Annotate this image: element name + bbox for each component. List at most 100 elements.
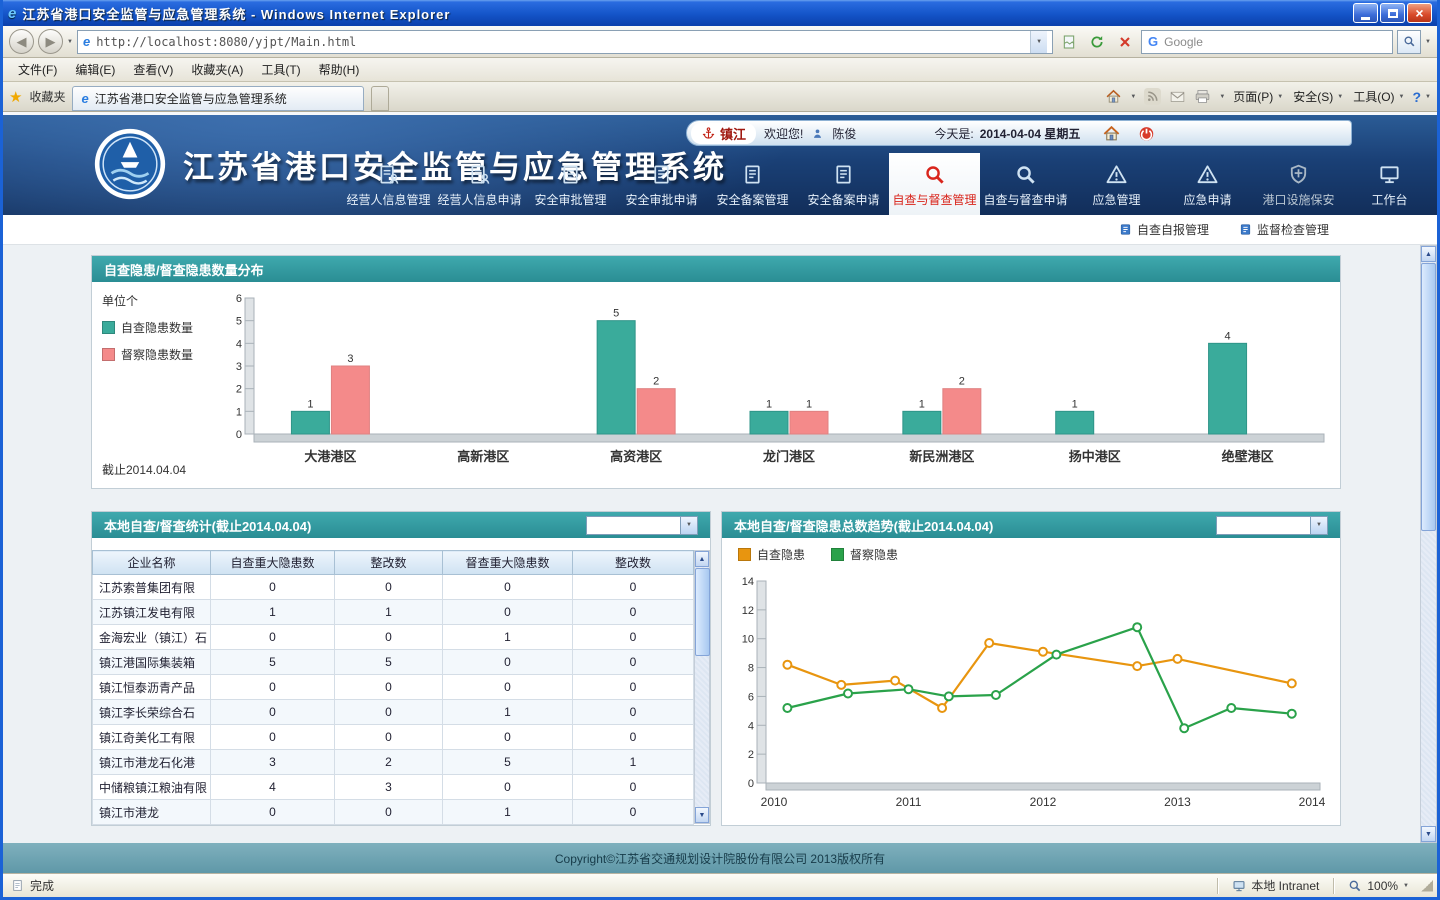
table-row[interactable]: 中储粮镇江粮油有限4300 [93, 775, 694, 800]
minimize-button[interactable] [1353, 3, 1378, 23]
chevron-down-icon: ▼ [1277, 94, 1283, 100]
favorites-label[interactable]: 收藏夹 [29, 88, 65, 105]
stop-button[interactable] [1113, 30, 1137, 54]
app-logo [93, 127, 167, 201]
nav-item-10[interactable]: 应急申请 [1162, 153, 1253, 215]
stats-panel: 本地自查/督查统计(截止2014.04.04) ▼ 企业名称自查重大隐患数整改数… [91, 511, 711, 826]
chevron-down-icon: ▼ [1337, 94, 1343, 100]
search-button[interactable] [1397, 30, 1421, 54]
history-dropdown-icon[interactable]: ▼ [67, 39, 73, 45]
refresh-button[interactable] [1085, 30, 1109, 54]
menu-item-2[interactable]: 编辑(E) [66, 57, 124, 82]
back-button[interactable]: ◀ [9, 29, 34, 54]
mail-button[interactable] [1169, 88, 1186, 105]
nav-item-2[interactable]: 经营人信息申请 [434, 153, 525, 215]
browser-tab[interactable]: e 江苏省港口安全监管与应急管理系统 [72, 86, 364, 111]
city-selector[interactable]: 镇江 [691, 123, 756, 144]
nav-item-7[interactable]: 自查与督查管理 [889, 153, 980, 215]
table-row[interactable]: 金海宏业（镇江）石0010 [93, 625, 694, 650]
command-button-3[interactable]: 工具(O)▼ [1353, 88, 1404, 105]
chevron-down-icon: ▼ [1403, 883, 1409, 889]
nav-item-5[interactable]: 安全备案管理 [707, 153, 798, 215]
scroll-thumb[interactable] [1421, 263, 1436, 531]
menu-bar: 文件(F)编辑(E)查看(V)收藏夹(A)工具(T)帮助(H) [3, 58, 1437, 82]
home-dropdown-icon[interactable]: ▼ [1130, 94, 1136, 100]
menu-item-1[interactable]: 文件(F) [9, 57, 66, 82]
table-scrollbar[interactable]: ▲ ▼ [694, 550, 710, 824]
nav-item-6[interactable]: 安全备案申请 [798, 153, 889, 215]
svg-text:0: 0 [748, 778, 754, 790]
nav-item-11[interactable]: 港口设施保安 [1253, 153, 1344, 215]
svg-text:2: 2 [653, 376, 659, 388]
nav-item-4[interactable]: 安全审批申请 [616, 153, 707, 215]
nav-label: 应急申请 [1183, 191, 1231, 208]
trend-panel-title: 本地自查/督查隐患总数趋势(截止2014.04.04) [734, 516, 993, 535]
nav-label: 安全审批管理 [534, 191, 606, 208]
scroll-thumb[interactable] [695, 568, 710, 656]
status-message: 完成 [7, 877, 1211, 894]
page-scrollbar[interactable]: ▲ ▼ [1420, 245, 1437, 843]
nav-item-12[interactable]: 工作台 [1344, 153, 1435, 215]
app-page: 江苏省港口安全监管与应急管理系统 镇江 欢迎您! 陈俊 今天是:2014-04-… [3, 112, 1437, 873]
resize-grip[interactable] [1421, 880, 1433, 892]
title-bar[interactable]: e 江苏省港口安全监管与应急管理系统 - Windows Internet Ex… [3, 0, 1437, 26]
close-button[interactable]: × [1407, 3, 1432, 23]
print-dropdown-icon[interactable]: ▼ [1219, 94, 1225, 100]
help-button[interactable]: ?▼ [1412, 89, 1431, 105]
address-input[interactable]: e http://localhost:8080/yjpt/Main.html ▼ [77, 30, 1053, 54]
compatibility-button[interactable] [1057, 30, 1081, 54]
table-row[interactable]: 镇江市港龙石化港3251 [93, 750, 694, 775]
city-name: 镇江 [720, 124, 746, 143]
scroll-up-icon[interactable]: ▲ [695, 551, 709, 567]
svg-text:8: 8 [748, 663, 754, 675]
table-row[interactable]: 镇江恒泰沥青产品0000 [93, 675, 694, 700]
zoom-control[interactable]: 100% ▼ [1340, 879, 1417, 893]
stats-table: 企业名称自查重大隐患数整改数督查重大隐患数整改数 江苏索普集团有限0000江苏镇… [92, 550, 694, 825]
table-row[interactable]: 镇江港国际集装箱5500 [93, 650, 694, 675]
trend-filter-select[interactable]: ▼ [1216, 516, 1328, 535]
menu-item-4[interactable]: 收藏夹(A) [182, 57, 252, 82]
search-dropdown-icon[interactable]: ▼ [1425, 39, 1431, 45]
favorites-star-icon[interactable]: ★ [9, 88, 22, 106]
scroll-down-icon[interactable]: ▼ [1421, 826, 1436, 842]
command-button-1[interactable]: 页面(P)▼ [1233, 88, 1283, 105]
subnav-item-2[interactable]: 监督检查管理 [1239, 221, 1329, 238]
svg-text:2012: 2012 [1030, 795, 1057, 809]
home-button[interactable] [1105, 88, 1122, 105]
search-input[interactable]: G Google [1141, 30, 1393, 54]
table-row[interactable]: 江苏镇江发电有限1100 [93, 600, 694, 625]
nav-label: 应急管理 [1092, 191, 1140, 208]
unit-label: 单位个 [102, 292, 220, 309]
table-row[interactable]: 江苏索普集团有限0000 [93, 575, 694, 600]
svg-text:6: 6 [748, 691, 754, 703]
table-row[interactable]: 镇江奇美化工有限0000 [93, 725, 694, 750]
svg-text:3: 3 [347, 353, 353, 365]
table-row[interactable]: 镇江市港龙0010 [93, 800, 694, 825]
feed-button[interactable] [1144, 88, 1161, 105]
print-button[interactable] [1194, 88, 1211, 105]
new-tab-stub[interactable] [371, 86, 389, 111]
menu-item-5[interactable]: 工具(T) [252, 57, 309, 82]
nav-item-1[interactable]: 经营人信息管理 [343, 153, 434, 215]
svg-text:10: 10 [742, 634, 754, 646]
scroll-down-icon[interactable]: ▼ [695, 807, 709, 823]
logout-button[interactable] [1137, 124, 1156, 143]
subnav-item-1[interactable]: 自查自报管理 [1119, 221, 1209, 238]
stats-filter-select[interactable]: ▼ [586, 516, 698, 535]
forward-button[interactable]: ▶ [38, 29, 63, 54]
portal-home-button[interactable] [1102, 124, 1121, 143]
menu-item-3[interactable]: 查看(V) [124, 57, 182, 82]
nav-item-3[interactable]: 安全审批管理 [525, 153, 616, 215]
nav-item-9[interactable]: 应急管理 [1071, 153, 1162, 215]
page-footer: Copyright©江苏省交通规划设计院股份有限公司 2013版权所有 [3, 843, 1437, 873]
menu-item-6[interactable]: 帮助(H) [310, 57, 369, 82]
power-icon [1137, 124, 1156, 143]
nav-item-8[interactable]: 自查与督查申请 [980, 153, 1071, 215]
scroll-up-icon[interactable]: ▲ [1421, 246, 1436, 262]
mail-icon [1169, 88, 1186, 105]
command-button-2[interactable]: 安全(S)▼ [1293, 88, 1343, 105]
address-dropdown-icon[interactable]: ▼ [1030, 31, 1047, 53]
maximize-button[interactable] [1380, 3, 1405, 23]
app-header: 江苏省港口安全监管与应急管理系统 镇江 欢迎您! 陈俊 今天是:2014-04-… [3, 115, 1437, 215]
table-row[interactable]: 镇江李长荣综合石0010 [93, 700, 694, 725]
